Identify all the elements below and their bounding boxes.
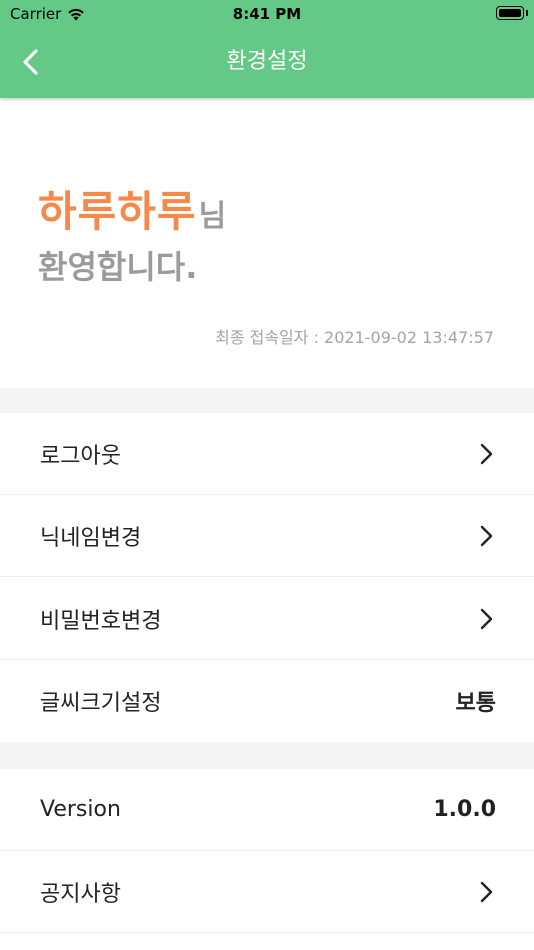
welcome-message: 환영합니다. [38, 248, 198, 286]
welcome-section: 하루하루 님 환영합니다. 최종 접속일자 : 2021-09-02 13:47… [0, 98, 534, 388]
logout-label: 로그아웃 [40, 443, 121, 469]
change-password-label: 비밀번호변경 [40, 608, 162, 634]
change-nickname-row[interactable]: 닉네임변경 [0, 495, 534, 577]
notice-row[interactable]: 공지사항 [0, 851, 534, 933]
version-label: Version [40, 797, 121, 822]
battery-tip [526, 10, 528, 16]
username: 하루하루 [38, 187, 197, 236]
change-nickname-label: 닉네임변경 [40, 525, 142, 551]
status-time: 8:41 PM [232, 5, 302, 23]
font-size-row[interactable]: 글씨크기설정 보통 [0, 660, 534, 742]
font-size-label: 글씨크기설정 [40, 691, 162, 716]
change-password-row[interactable]: 비밀번호변경 [0, 578, 534, 660]
logout-row[interactable]: 로그아웃 [0, 413, 534, 495]
font-size-value: 보통 [455, 691, 496, 716]
status-bar: Carrier 8:41 PM [0, 0, 534, 30]
chevron-right-icon [476, 606, 496, 632]
greeting-line: 하루하루 님 [38, 178, 226, 239]
battery-icon [496, 6, 524, 20]
honorific: 님 [198, 199, 227, 234]
page-title: 환경설정 [226, 49, 308, 74]
chevron-right-icon [476, 523, 496, 549]
section-divider [0, 742, 534, 769]
version-row: Version 1.0.0 [0, 769, 534, 851]
chevron-right-icon [476, 879, 496, 905]
notice-label: 공지사항 [40, 881, 121, 907]
navigation-bar: Carrier 8:41 PM 환경설정 [0, 0, 534, 98]
version-value: 1.0.0 [433, 797, 496, 822]
last-login-text: 최종 접속일자 : 2021-09-02 13:47:57 [215, 328, 494, 347]
section-divider [0, 388, 534, 413]
chevron-right-icon [476, 441, 496, 467]
